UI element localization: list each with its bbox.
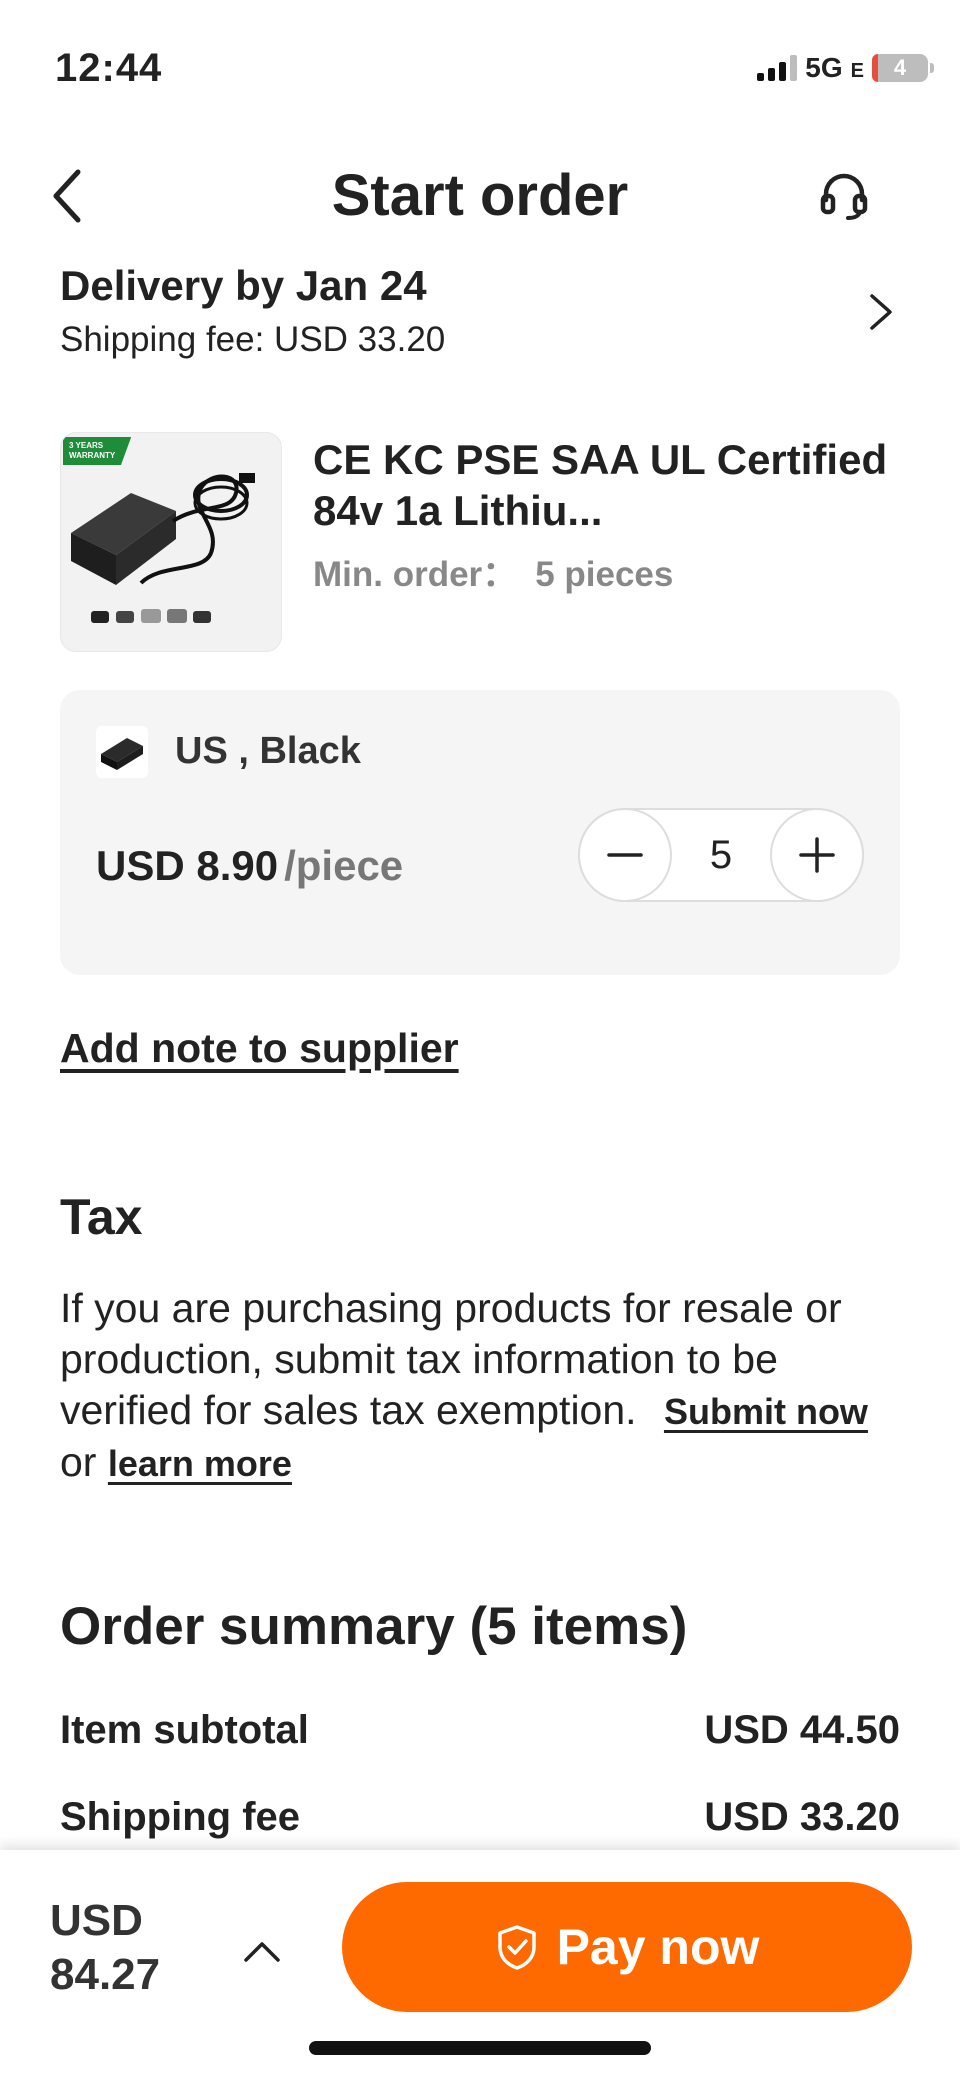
tax-description: If you are purchasing products for resal… [60, 1283, 910, 1489]
add-note-link[interactable]: Add note to supplier [60, 1025, 459, 1072]
price-value: USD 8.90 [96, 842, 279, 889]
support-button[interactable] [814, 166, 874, 226]
order-summary-heading: Order summary (5 items) [60, 1597, 688, 1656]
home-indicator [309, 2041, 651, 2055]
chevron-left-icon [53, 169, 81, 223]
learn-more-link[interactable]: learn more [108, 1443, 292, 1484]
network-suffix: E [850, 59, 864, 82]
total-amount: 84.27 [50, 1950, 161, 1999]
quantity-stepper: 5 [578, 808, 864, 902]
variant-thumbnail [96, 726, 148, 778]
delivery-fee: Shipping fee: USD 33.20 [60, 320, 446, 359]
chevron-up-icon [244, 1942, 280, 1962]
tax-heading: Tax [60, 1189, 143, 1245]
plus-icon [799, 837, 835, 873]
summary-row-subtotal: Item subtotal USD 44.50 [60, 1708, 900, 1753]
chevron-right-icon [870, 294, 892, 330]
charger-image [71, 473, 255, 623]
price-unit: /piece [284, 842, 404, 889]
product-title[interactable]: CE KC PSE SAA UL Certified 84v 1a Lithiu… [313, 434, 903, 536]
battery-level: 4 [893, 55, 907, 80]
min-order-quantity: 5 pieces [535, 555, 674, 594]
summary-value: USD 44.50 [704, 1708, 900, 1752]
pay-now-button[interactable]: Pay now [342, 1882, 912, 2012]
header: Start order [0, 150, 960, 240]
back-button[interactable] [38, 166, 98, 226]
expand-summary-button[interactable] [242, 1926, 282, 1976]
pay-now-label: Pay now [556, 1919, 760, 1975]
shield-check-icon [497, 1925, 536, 1970]
summary-label: Item subtotal [60, 1708, 309, 1752]
increase-quantity-button[interactable] [770, 808, 864, 902]
delivery-section[interactable]: Delivery by Jan 24 Shipping fee: USD 33.… [60, 262, 900, 382]
product-image[interactable]: 3 YEARS WARRANTY [60, 432, 282, 652]
summary-row-shipping: Shipping fee USD 33.20 [60, 1795, 900, 1840]
battery-icon: 4 [872, 54, 934, 82]
unit-price: USD 8.90/piece [96, 842, 403, 890]
decrease-quantity-button[interactable] [578, 808, 672, 902]
total-currency: USD [50, 1896, 143, 1945]
min-order: Min. order： 5 pieces [313, 546, 673, 597]
headset-icon [820, 173, 868, 220]
min-order-label: Min. order： [313, 555, 518, 594]
or-text: or [60, 1439, 97, 1485]
delivery-date: Delivery by Jan 24 [60, 262, 427, 309]
summary-value: USD 33.20 [704, 1795, 900, 1839]
variant-card: US , Black USD 8.90/piece 5 [60, 690, 900, 975]
product-item: 3 YEARS WARRANTY CE KC PSE SAA UL Certif… [60, 432, 900, 654]
network-label: 5G [805, 52, 843, 83]
status-bar: 12:44 5G E 4 [0, 0, 960, 140]
signal-icon [757, 55, 798, 81]
summary-label: Shipping fee [60, 1795, 300, 1839]
checkout-bar: USD 84.27 Pay now [0, 1850, 960, 2079]
order-total: USD 84.27 [50, 1894, 160, 2002]
minus-icon [607, 853, 643, 857]
warranty-badge: 3 YEARS WARRANTY [63, 437, 132, 465]
status-indicators: 5G E 4 [757, 52, 934, 84]
submit-now-link[interactable]: Submit now [664, 1391, 868, 1432]
quantity-value[interactable]: 5 [674, 810, 768, 900]
status-time: 12:44 [55, 46, 163, 90]
variant-label: US , Black [175, 730, 361, 772]
